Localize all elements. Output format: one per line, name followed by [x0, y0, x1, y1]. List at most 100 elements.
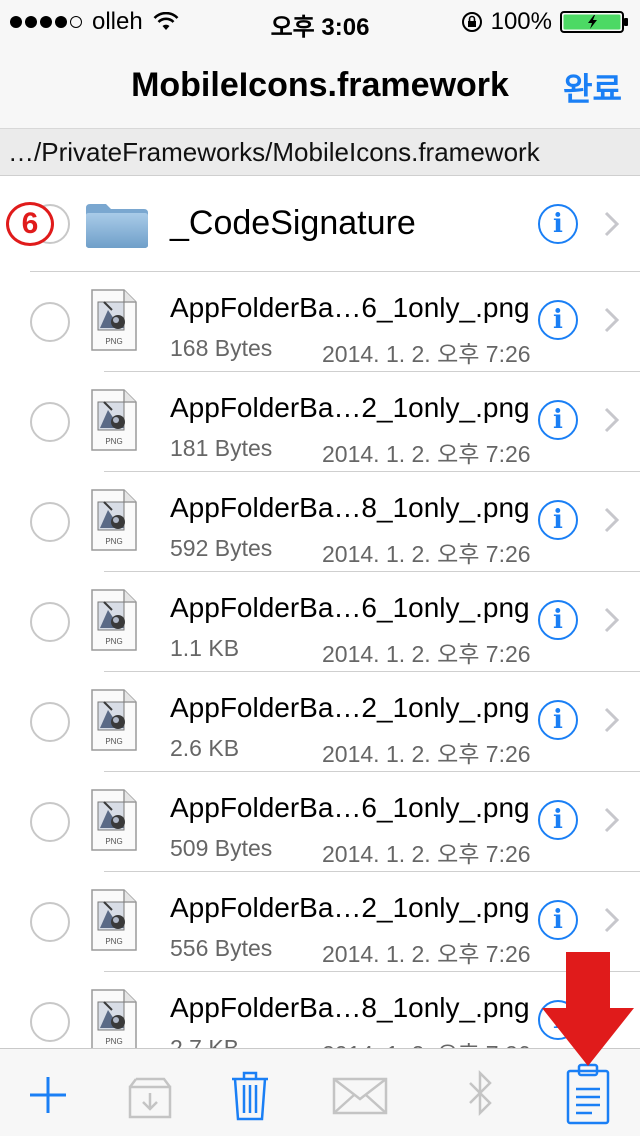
file-row[interactable]: PNG AppFolderBa…8_1only_.png 592 Bytes 2… — [0, 472, 640, 572]
file-date: 2014. 1. 2. 오후 7:26 — [322, 441, 531, 467]
done-button[interactable]: 완료 — [563, 64, 622, 110]
file-size: 181 Bytes — [170, 435, 273, 461]
file-type-label: PNG — [105, 537, 122, 546]
png-file-icon: PNG — [91, 489, 137, 551]
file-name: AppFolderBa…2_1only_.png — [170, 692, 530, 723]
path-breadcrumb: …/PrivateFrameworks/MobileIcons.framewor… — [8, 137, 540, 167]
file-type-label: PNG — [105, 437, 122, 446]
bluetooth-icon — [469, 1069, 492, 1117]
red-arrow-annotation — [542, 952, 634, 1066]
file-date: 2014. 1. 2. 오후 7:26 — [322, 741, 531, 767]
info-icon: i — [553, 505, 563, 535]
select-circle[interactable] — [30, 702, 70, 742]
battery-icon — [560, 11, 628, 33]
clipboard-icon — [566, 1063, 610, 1125]
info-icon: i — [553, 305, 563, 335]
mail-icon — [332, 1077, 388, 1115]
add-button[interactable] — [18, 1067, 78, 1123]
status-bar: olleh 오후 3:06 100% — [0, 0, 640, 41]
file-name: AppFolderBa…6_1only_.png — [170, 792, 530, 823]
png-file-icon: PNG — [91, 889, 137, 951]
bluetooth-button[interactable] — [450, 1067, 510, 1123]
battery-percentage: 100% — [490, 8, 552, 35]
file-date: 2014. 1. 2. 오후 7:26 — [322, 841, 531, 867]
chevron-right-icon — [604, 707, 620, 733]
file-name: AppFolderBa…2_1only_.png — [170, 892, 530, 923]
info-button[interactable]: i — [538, 300, 578, 340]
info-button[interactable]: i — [538, 800, 578, 840]
file-date: 2014. 1. 2. 오후 7:26 — [322, 641, 531, 667]
info-icon: i — [553, 405, 563, 435]
file-row[interactable]: PNG AppFolderBa…6_1only_.png 1.1 KB 2014… — [0, 572, 640, 672]
orientation-lock-icon — [461, 12, 482, 32]
png-file-icon: PNG — [91, 589, 137, 651]
png-file-icon: PNG — [91, 689, 137, 751]
file-size: 509 Bytes — [170, 835, 273, 861]
clipboard-button[interactable] — [558, 1061, 618, 1127]
select-circle[interactable] — [30, 902, 70, 942]
info-button[interactable]: i — [538, 900, 578, 940]
delete-button[interactable] — [220, 1067, 280, 1123]
page-title: MobileIcons.framework — [131, 66, 509, 104]
select-circle[interactable] — [30, 802, 70, 842]
folder-row[interactable]: _CodeSignature i — [0, 176, 640, 272]
file-date: 2014. 1. 2. 오후 7:26 — [322, 941, 531, 967]
file-type-label: PNG — [105, 737, 122, 746]
select-circle[interactable] — [30, 1002, 70, 1042]
file-type-label: PNG — [105, 637, 122, 646]
info-button[interactable]: i — [538, 500, 578, 540]
file-size: 592 Bytes — [170, 535, 273, 561]
status-right: 100% — [461, 8, 630, 36]
info-button[interactable]: i — [538, 204, 578, 244]
file-size: 2.6 KB — [170, 735, 240, 761]
file-type-label: PNG — [105, 837, 122, 846]
info-button[interactable]: i — [538, 400, 578, 440]
info-icon: i — [553, 209, 563, 239]
step-number-annotation: 6 — [6, 202, 54, 246]
file-list: _CodeSignature i PNG AppFolderBa…6_1only… — [0, 176, 640, 1048]
info-button[interactable]: i — [538, 600, 578, 640]
info-icon: i — [553, 705, 563, 735]
file-name: AppFolderBa…8_1only_.png — [170, 992, 530, 1023]
trash-icon — [232, 1071, 268, 1121]
file-row[interactable]: PNG AppFolderBa…6_1only_.png 509 Bytes 2… — [0, 772, 640, 872]
file-size: 168 Bytes — [170, 335, 273, 361]
path-bar: …/PrivateFrameworks/MobileIcons.framewor… — [0, 128, 640, 176]
file-type-label: PNG — [105, 337, 122, 346]
png-file-icon: PNG — [91, 789, 137, 851]
folder-name: _CodeSignature — [170, 204, 416, 242]
png-file-icon: PNG — [91, 289, 137, 351]
file-type-label: PNG — [105, 937, 122, 946]
plus-icon — [30, 1077, 66, 1113]
file-row[interactable]: PNG AppFolderBa…2_1only_.png 181 Bytes 2… — [0, 372, 640, 472]
select-circle[interactable] — [30, 402, 70, 442]
file-size: 2.7 KB — [170, 1035, 240, 1048]
file-type-label: PNG — [105, 1037, 122, 1046]
info-button[interactable]: i — [538, 700, 578, 740]
file-name: AppFolderBa…6_1only_.png — [170, 292, 530, 323]
file-size: 556 Bytes — [170, 935, 273, 961]
download-icon — [128, 1077, 172, 1119]
select-circle[interactable] — [30, 302, 70, 342]
mail-button[interactable] — [330, 1067, 390, 1123]
chevron-right-icon — [604, 907, 620, 933]
select-circle[interactable] — [30, 502, 70, 542]
select-circle[interactable] — [30, 602, 70, 642]
file-name: AppFolderBa…6_1only_.png — [170, 592, 530, 623]
navigation-bar: MobileIcons.framework 완료 — [0, 40, 640, 128]
chevron-right-icon — [604, 211, 620, 237]
download-button[interactable] — [120, 1067, 180, 1123]
file-date: 2014. 1. 2. 오후 7:26 — [322, 341, 531, 367]
chevron-right-icon — [604, 407, 620, 433]
info-icon: i — [553, 905, 563, 935]
file-date: 2014. 1. 2. 오후 7:26 — [322, 1035, 531, 1048]
chevron-right-icon — [604, 507, 620, 533]
png-file-icon: PNG — [91, 389, 137, 451]
file-name: AppFolderBa…2_1only_.png — [170, 392, 530, 423]
png-file-icon: PNG — [91, 989, 137, 1048]
file-row[interactable]: PNG AppFolderBa…6_1only_.png 168 Bytes 2… — [0, 272, 640, 372]
chevron-right-icon — [604, 307, 620, 333]
file-name: AppFolderBa…8_1only_.png — [170, 492, 530, 523]
chevron-right-icon — [604, 607, 620, 633]
file-row[interactable]: PNG AppFolderBa…2_1only_.png 2.6 KB 2014… — [0, 672, 640, 772]
